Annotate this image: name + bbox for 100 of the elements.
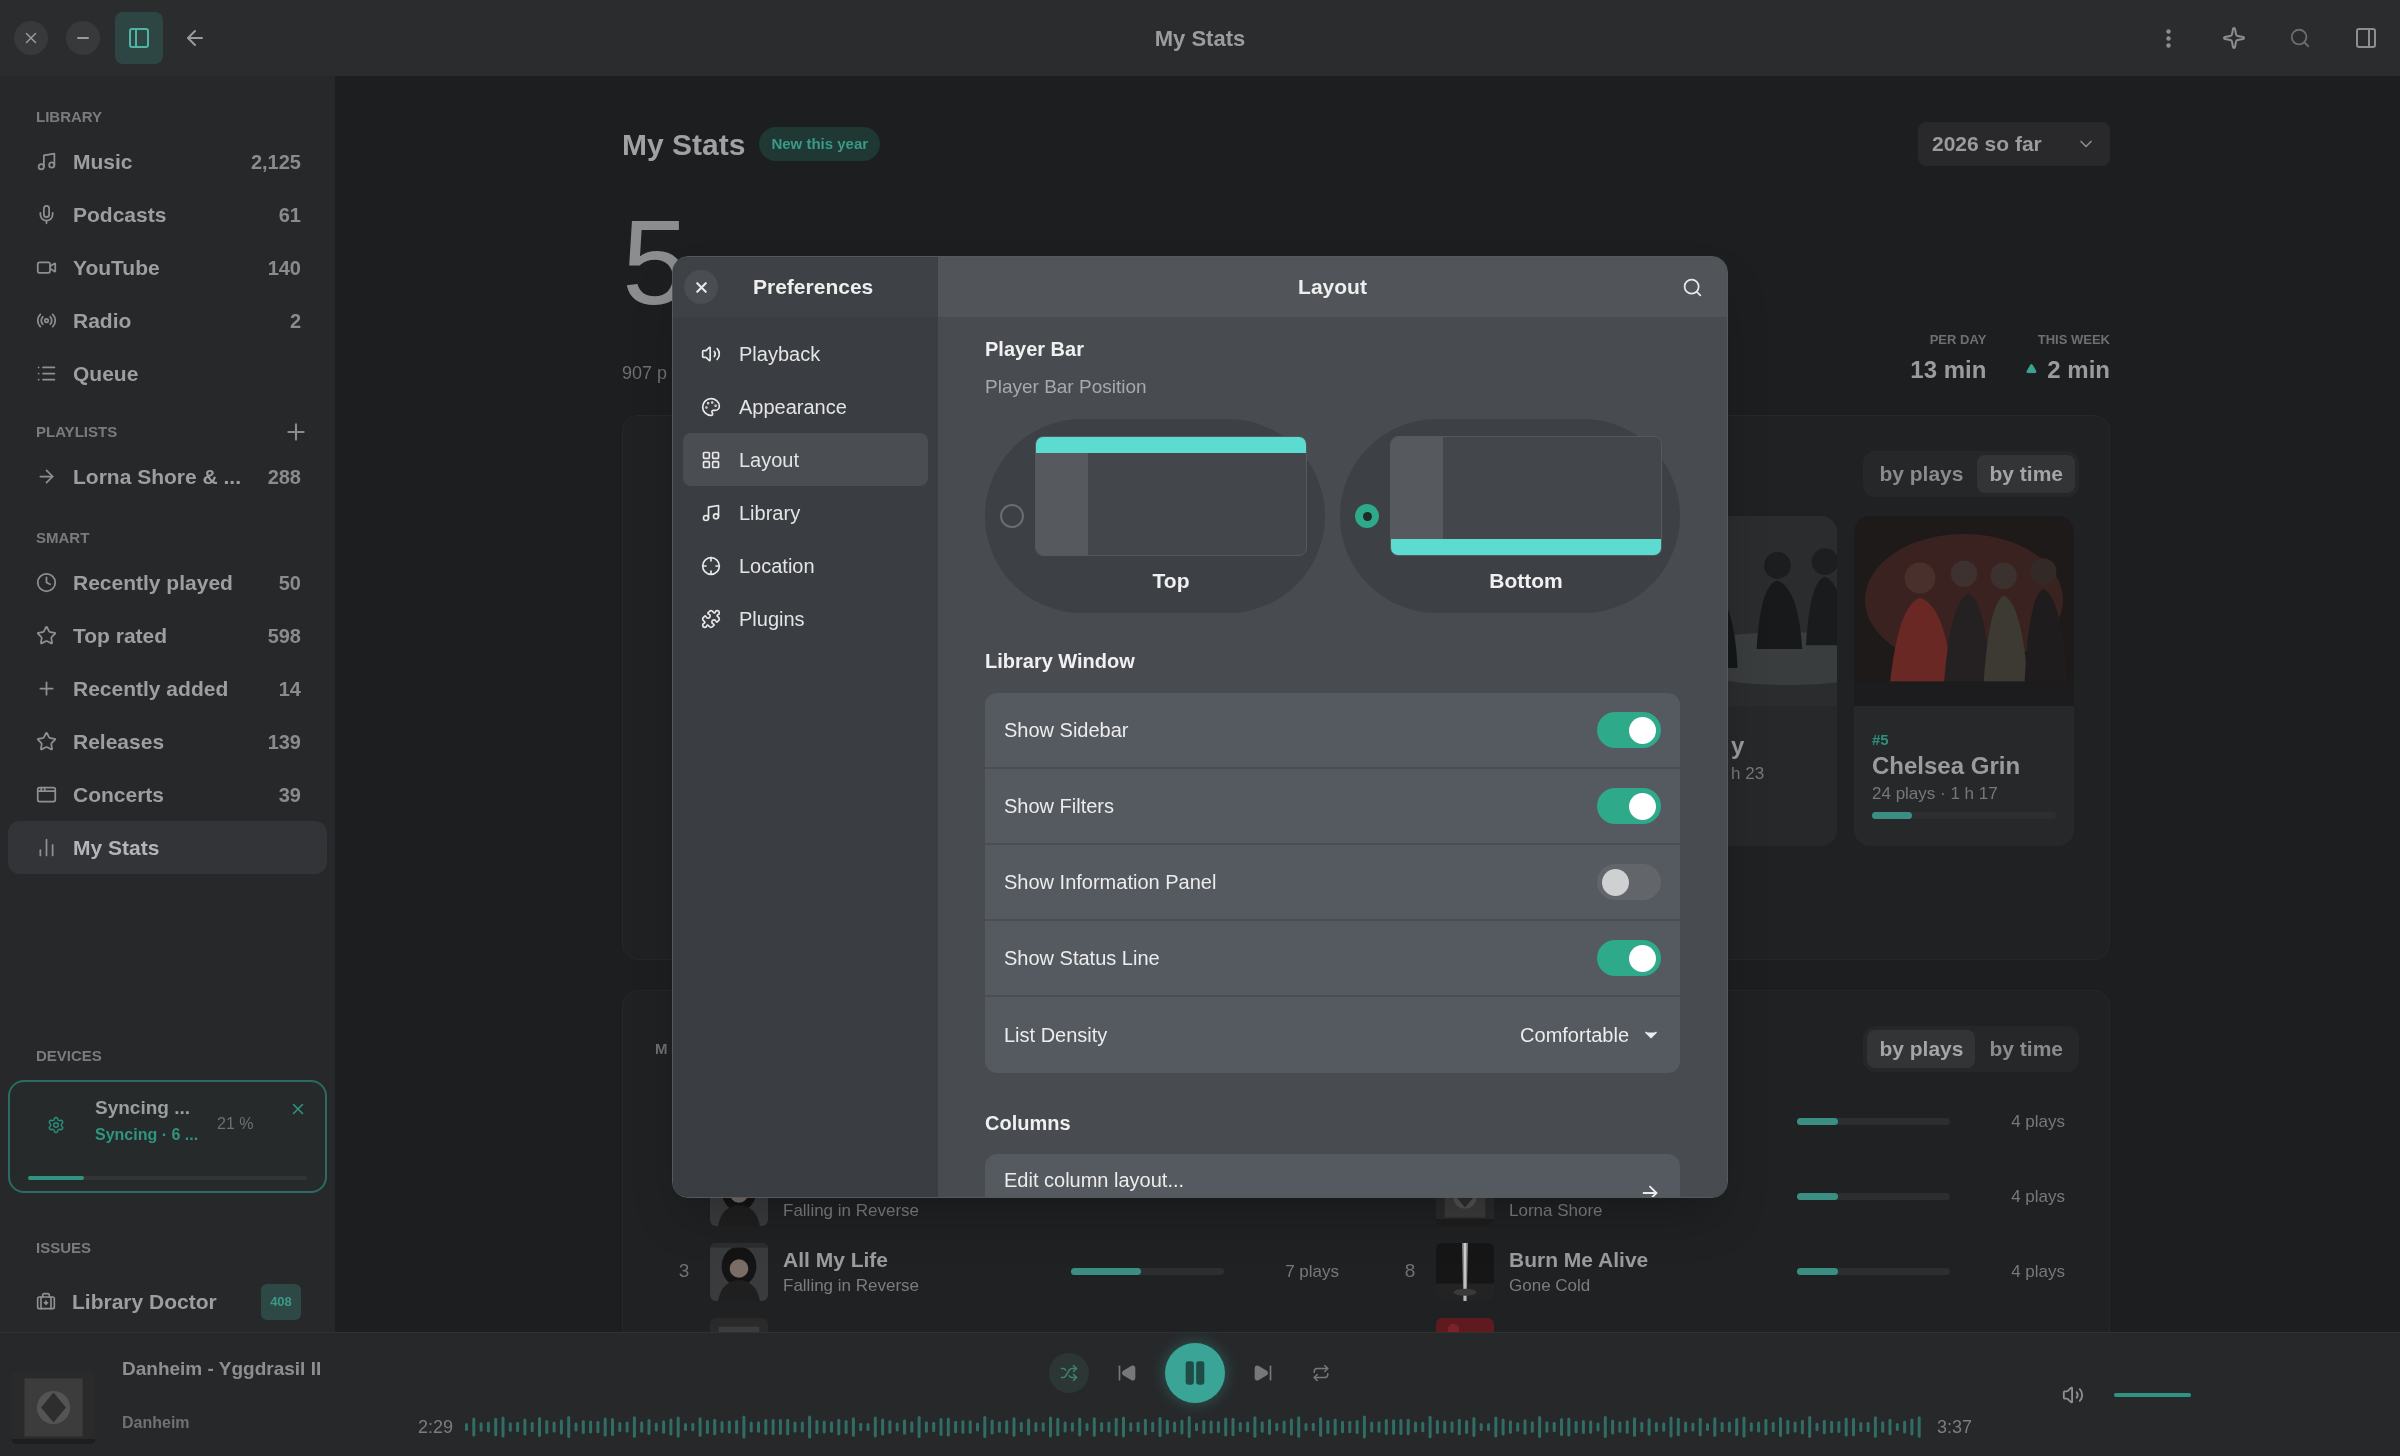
preferences-tab[interactable]: Layout [683, 433, 928, 486]
kebab-menu-icon [2165, 28, 2171, 48]
gear-icon [47, 1116, 65, 1134]
setting-label: Show Status Line [1004, 946, 1161, 971]
play-count: 4 plays [2011, 1111, 2065, 1131]
shuffle-button[interactable] [1049, 1353, 1089, 1393]
puzzle-icon [701, 608, 721, 629]
sidebar-item[interactable]: Releases 139 [8, 715, 327, 768]
settings-link[interactable]: Edit column layout... [985, 1154, 1680, 1197]
toggle-switch[interactable] [1597, 788, 1661, 824]
section-heading: ISSUES [35, 1238, 93, 1258]
section-heading: DEVICES [35, 1046, 103, 1066]
sort-option[interactable]: by time [1977, 1030, 2075, 1068]
toggle-switch[interactable] [1597, 712, 1661, 748]
track-artist: Falling in Reverse [783, 1199, 921, 1222]
side-panel-icon [2354, 26, 2378, 50]
volume-slider[interactable] [2114, 1392, 2191, 1397]
section-heading: SMART [36, 527, 91, 548]
sidebar-item[interactable]: Concerts 39 [8, 768, 327, 821]
sidebar-item[interactable]: Queue [8, 347, 327, 400]
preferences-tab[interactable]: Location [683, 539, 928, 592]
star-icon [36, 625, 57, 646]
section-heading: Columns [985, 1111, 1072, 1136]
sidebar-item[interactable]: Radio 2 [8, 294, 327, 347]
sidebar-item[interactable]: YouTube 140 [8, 241, 327, 294]
crosshair-icon [701, 555, 721, 576]
sidebar-item[interactable]: Library Doctor 408 [8, 1275, 327, 1328]
item-count: 2,125 [250, 149, 301, 175]
issue-count-badge: 408 [261, 1283, 301, 1320]
sidebar-item[interactable]: Podcasts 61 [8, 188, 327, 241]
toggle-switch[interactable] [1597, 864, 1661, 900]
window-title: My Stats [1154, 24, 1246, 53]
search-icon[interactable] [1682, 276, 1703, 298]
repeat-icon [1312, 1364, 1330, 1382]
setting-label: Show Filters [1004, 794, 1116, 819]
item-count: 39 [278, 782, 301, 808]
track-artist: Lorna Shore [1509, 1199, 1604, 1222]
period-dropdown[interactable]: 2026 so far [1918, 122, 2110, 166]
speaker-icon [701, 343, 721, 364]
skip-back-icon [1117, 1363, 1137, 1383]
item-count: 14 [278, 676, 301, 702]
sidebar-item[interactable]: My Stats [8, 821, 327, 874]
preferences-tab[interactable]: Library [683, 486, 928, 539]
sidebar-item[interactable]: Recently played 50 [8, 556, 327, 609]
sparkle-icon [2222, 26, 2246, 50]
palette-icon [701, 396, 721, 417]
section-subtitle: Player Bar Position [985, 375, 1148, 399]
page-title: Layout [1297, 274, 1368, 301]
section-heading: LIBRARY [36, 106, 104, 127]
section-heading: Library Window [985, 649, 1136, 674]
clock-icon [36, 572, 57, 593]
grid-icon [701, 449, 721, 470]
artist-name: Chelsea Grin [1872, 751, 2022, 781]
minimize-icon [77, 37, 89, 39]
panel-heading: M [655, 1038, 668, 1059]
close-button[interactable] [684, 270, 718, 304]
sort-option[interactable]: by plays [1867, 455, 1976, 493]
preferences-tab[interactable]: Playback [683, 327, 928, 380]
item-count: 288 [267, 464, 301, 490]
setting-label: Show Information Panel [1004, 870, 1218, 895]
total-caption: 907 p [622, 362, 669, 385]
preferences-tab[interactable]: Plugins [683, 592, 928, 645]
track-artist: Falling in Reverse [783, 1274, 921, 1297]
play-count: 4 plays [2011, 1186, 2065, 1206]
radio-button[interactable] [1000, 504, 1024, 528]
section-heading: Player Bar [985, 337, 1085, 362]
sidebar-item[interactable]: Top rated 598 [8, 609, 327, 662]
preferences-tab[interactable]: Appearance [683, 380, 928, 433]
medical-kit-icon [36, 1291, 56, 1312]
sidebar-panel-icon [127, 26, 151, 50]
stat-label: THIS WEEK [2037, 331, 2110, 349]
window-icon [36, 784, 57, 805]
stat-value: 2 min [2047, 355, 2110, 385]
radio-button[interactable] [1355, 504, 1379, 528]
item-count: 61 [278, 202, 301, 228]
item-count: 140 [267, 255, 301, 281]
sidebar-toggle-button[interactable] [115, 12, 163, 64]
item-count: 598 [267, 623, 301, 649]
track-artist: Gone Cold [1509, 1274, 1592, 1297]
toggle-switch[interactable] [1597, 940, 1661, 976]
shuffle-icon [1060, 1364, 1078, 1382]
pause-button[interactable] [1165, 1343, 1225, 1403]
item-count: 139 [267, 729, 301, 755]
sidebar-item[interactable]: Lorna Shore & ... 288 [8, 450, 327, 503]
dialog-title: Preferences [753, 274, 874, 301]
star-icon [36, 731, 57, 752]
minimize-button[interactable] [66, 21, 100, 55]
sidebar-item[interactable]: Music 2,125 [8, 135, 327, 188]
close-button[interactable] [14, 21, 48, 55]
sidebar-item[interactable]: Recently added 14 [8, 662, 327, 715]
density-dropdown[interactable]: Comfortable [1520, 1020, 1661, 1050]
setting-label: Show Sidebar [1004, 718, 1130, 743]
layout-option[interactable]: Top [985, 419, 1325, 613]
music-note-icon [36, 151, 57, 172]
artist-rank: #5 [1872, 730, 1890, 750]
artist-card[interactable]: #5 Chelsea Grin 24 plays · 1 h 17 [1854, 516, 2074, 846]
sync-percent: 21 % [217, 1114, 254, 1134]
sort-option[interactable]: by time [1977, 455, 2075, 493]
sort-option[interactable]: by plays [1867, 1030, 1976, 1068]
layout-option[interactable]: Bottom [1340, 419, 1680, 613]
